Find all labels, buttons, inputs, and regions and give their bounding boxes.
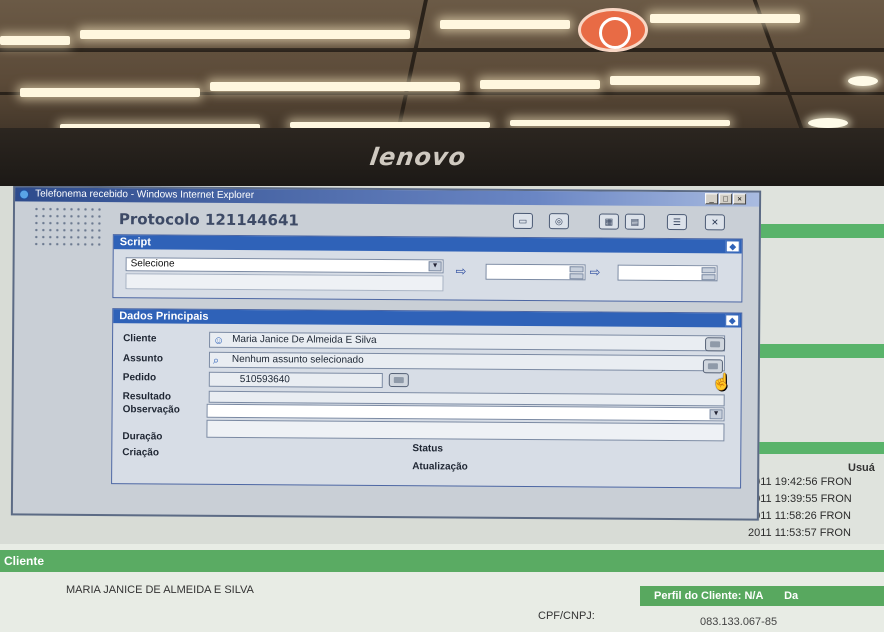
- arrow-right-icon: ⇨: [589, 264, 601, 280]
- pedido-field[interactable]: 510593640: [208, 371, 383, 388]
- toolbar-close-button[interactable]: ✕: [704, 214, 725, 231]
- spin-down-button[interactable]: [701, 274, 716, 281]
- ceiling-sign: [578, 8, 648, 52]
- log-row[interactable]: 2011 11:53:57 FRON: [748, 527, 851, 539]
- perfil-extra: Da: [784, 590, 799, 602]
- duracao-label: Duração: [122, 431, 163, 443]
- script-select[interactable]: Selecione ▼: [125, 257, 444, 274]
- perfil-bar: Perfil do Cliente: N/A Da: [640, 586, 884, 606]
- arrow-right-icon: ⇨: [455, 263, 467, 279]
- protocol-title: Protocolo 121144641: [118, 210, 299, 230]
- toolbar-button-2[interactable]: ◎: [548, 213, 569, 230]
- script-spinner-1[interactable]: [485, 263, 586, 281]
- log-row[interactable]: 2011 19:42:56 FRON: [748, 476, 852, 488]
- monitor-brand-logo: lenovo: [368, 143, 469, 171]
- collapse-icon[interactable]: ◆: [725, 314, 740, 327]
- toolbar-button-1[interactable]: ▭: [512, 212, 533, 230]
- script-section-header: Script: [113, 235, 742, 254]
- spin-up-button[interactable]: [701, 267, 716, 274]
- usuario-column-header: Usuá: [848, 462, 875, 474]
- cpf-value: 083.133.067-85: [700, 616, 778, 628]
- monitor-screen: Usuá 2011 19:42:56 FRON 2011 19:39:55 FR…: [0, 186, 884, 632]
- script-spinner-2[interactable]: [617, 264, 718, 282]
- main-section-header: Dados Principais: [113, 309, 742, 328]
- cliente-section-bar: Cliente: [0, 550, 884, 572]
- background-table-bar: [748, 442, 884, 454]
- cliente-label: Cliente: [123, 333, 157, 345]
- pedido-value: 510593640: [239, 373, 290, 386]
- ie-dialog-window: Telefonema recebido - Windows Internet E…: [10, 186, 762, 521]
- cpf-label: CPF/CNPJ:: [538, 610, 595, 622]
- search-icon: ⌕: [212, 354, 220, 367]
- criacao-label: Criação: [122, 447, 160, 459]
- spin-down-button[interactable]: [569, 273, 584, 280]
- dropdown-arrow-icon[interactable]: ▼: [428, 261, 442, 272]
- decorative-dots: [32, 205, 104, 247]
- window-titlebar[interactable]: Telefonema recebido - Windows Internet E…: [15, 187, 760, 207]
- spin-up-button[interactable]: [569, 266, 584, 273]
- customer-name: MARIA JANICE DE ALMEIDA E SILVA: [66, 584, 254, 596]
- resultado-label: Resultado: [122, 391, 172, 403]
- assunto-field[interactable]: ⌕ Nenhum assunto selecionado: [208, 351, 725, 372]
- atualizacao-label: Atualização: [412, 461, 468, 473]
- pedido-lookup-button[interactable]: [388, 373, 409, 388]
- assunto-label: Assunto: [122, 353, 163, 365]
- observacao-label: Observação: [122, 404, 180, 416]
- background-header-bar: [748, 224, 884, 238]
- status-label: Status: [412, 443, 443, 455]
- cliente-lookup-button[interactable]: [705, 337, 726, 352]
- toolbar-button-4[interactable]: ▤: [624, 213, 645, 230]
- internet-explorer-icon: [19, 189, 30, 200]
- script-text-area[interactable]: [125, 273, 444, 292]
- perfil-text: Perfil do Cliente: N/A: [654, 590, 763, 602]
- observacao-select[interactable]: ▼: [206, 403, 725, 422]
- log-row[interactable]: 2011 19:39:55 FRON: [748, 493, 852, 505]
- background-section-bar: [748, 344, 884, 358]
- dropdown-arrow-icon[interactable]: ▼: [709, 409, 723, 420]
- collapse-icon[interactable]: ◆: [725, 240, 740, 253]
- assunto-lookup-button[interactable]: [702, 359, 723, 374]
- minimize-button[interactable]: _: [705, 193, 719, 205]
- person-icon: ☺: [213, 334, 225, 347]
- cliente-value: Maria Janice De Almeida E Silva: [232, 333, 377, 346]
- log-row[interactable]: 2011 11:58:26 FRON: [748, 510, 851, 522]
- toolbar-button-3[interactable]: ▦: [598, 213, 619, 230]
- script-section: Script ◆ Selecione ▼ ⇨ ⇨: [112, 234, 743, 303]
- close-button[interactable]: ×: [733, 193, 747, 205]
- script-select-value: Selecione: [130, 258, 175, 270]
- assunto-value: Nenhum assunto selecionado: [231, 353, 364, 366]
- main-data-section: Dados Principais ◆ Cliente ☺ Maria Janic…: [111, 308, 743, 489]
- window-title: Telefonema recebido - Windows Internet E…: [35, 188, 255, 202]
- maximize-button[interactable]: □: [719, 193, 733, 205]
- observacao-text-area[interactable]: [206, 419, 725, 442]
- cliente-field[interactable]: ☺ Maria Janice De Almeida E Silva: [209, 331, 726, 352]
- pedido-label: Pedido: [122, 372, 157, 384]
- toolbar-button-5[interactable]: ☰: [666, 213, 687, 231]
- hand-cursor-icon: ☝: [711, 374, 732, 392]
